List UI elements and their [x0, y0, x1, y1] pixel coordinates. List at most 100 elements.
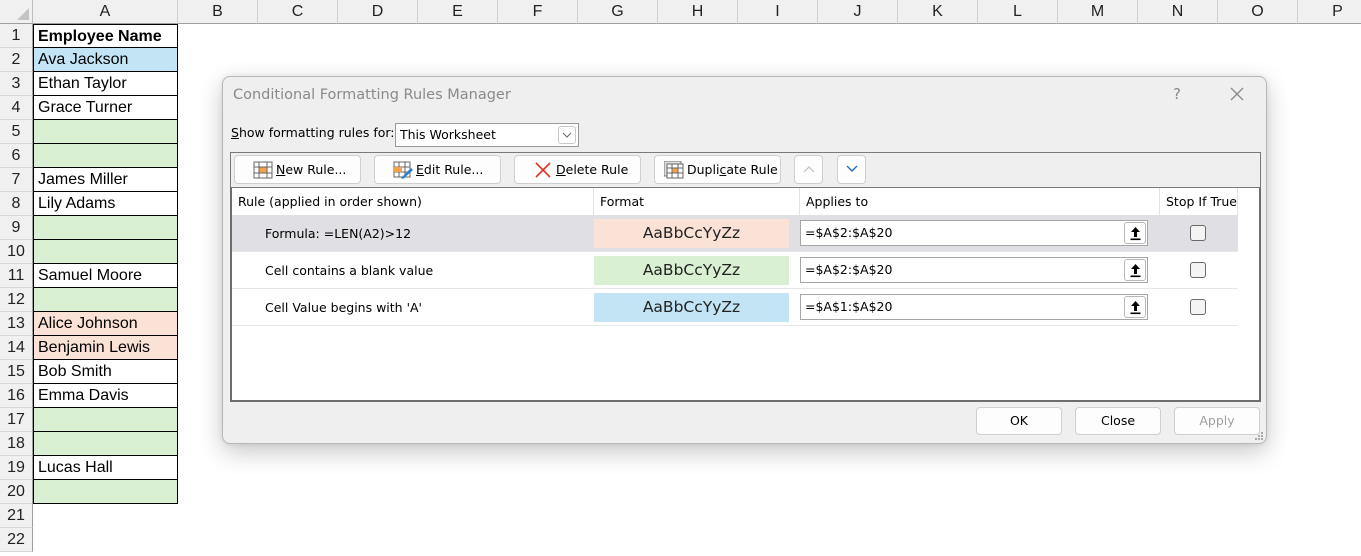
delete-rule-button[interactable]: Delete Rule [514, 155, 641, 184]
cell-a15[interactable]: Bob Smith [33, 360, 178, 384]
edit-rule-button[interactable]: Edit Rule... [374, 155, 501, 184]
accel-key: D [556, 162, 566, 177]
cell-a12[interactable] [33, 288, 178, 312]
row-header-8[interactable]: 8 [0, 192, 33, 216]
row-header-17[interactable]: 17 [0, 408, 33, 432]
collapse-range-button[interactable] [1124, 222, 1146, 244]
cell-a4[interactable]: Grace Turner [33, 96, 178, 120]
new-rule-button[interactable]: New Rule... [234, 155, 361, 184]
collapse-range-button[interactable] [1124, 259, 1146, 281]
accel-key: c [719, 162, 727, 177]
applies-to-input[interactable]: =$A$1:$A$20 [800, 294, 1148, 320]
row-header-2[interactable]: 2 [0, 48, 33, 72]
column-header-m[interactable]: M [1058, 0, 1138, 24]
help-button[interactable]: ? [1173, 85, 1181, 103]
format-preview: AaBbCcYyZz [594, 219, 789, 248]
cell-a10[interactable] [33, 240, 178, 264]
column-header-format[interactable]: Format [594, 188, 800, 215]
cell-a17[interactable] [33, 408, 178, 432]
row-header-18[interactable]: 18 [0, 432, 33, 456]
move-down-button[interactable] [837, 155, 866, 184]
column-header-n[interactable]: N [1138, 0, 1218, 24]
close-button[interactable]: Close [1075, 407, 1161, 435]
row-header-7[interactable]: 7 [0, 168, 33, 192]
row-header-12[interactable]: 12 [0, 288, 33, 312]
row-header-15[interactable]: 15 [0, 360, 33, 384]
range-select-arrow-icon [1130, 227, 1141, 241]
column-header-b[interactable]: B [178, 0, 258, 24]
cell-a19[interactable]: Lucas Hall [33, 456, 178, 480]
row-header-6[interactable]: 6 [0, 144, 33, 168]
cell-a11[interactable]: Samuel Moore [33, 264, 178, 288]
cell-a2[interactable]: Ava Jackson [33, 48, 178, 72]
applies-to-input[interactable]: =$A$2:$A$20 [800, 257, 1148, 283]
column-header-l[interactable]: L [978, 0, 1058, 24]
column-header-f[interactable]: F [498, 0, 578, 24]
collapse-range-button[interactable] [1124, 296, 1146, 318]
row-header-13[interactable]: 13 [0, 312, 33, 336]
column-header-h[interactable]: H [658, 0, 738, 24]
duplicate-rule-button[interactable]: Dupli c ate Rule [654, 155, 781, 184]
apply-button[interactable]: Apply [1174, 407, 1260, 435]
row-header-22[interactable]: 22 [0, 528, 33, 552]
column-header-a[interactable]: A [33, 0, 178, 24]
rule-description: Formula: =LEN(A2)>12 [265, 226, 412, 241]
row-header-4[interactable]: 4 [0, 96, 33, 120]
row-header-10[interactable]: 10 [0, 240, 33, 264]
cell-a18[interactable] [33, 432, 178, 456]
rule-description: Cell Value begins with 'A' [265, 300, 422, 315]
chevron-up-icon [803, 166, 815, 173]
cell-a13[interactable]: Alice Johnson [33, 312, 178, 336]
column-header-k[interactable]: K [898, 0, 978, 24]
column-header-o[interactable]: O [1218, 0, 1298, 24]
column-header-p[interactable]: P [1298, 0, 1361, 24]
cell-a7[interactable]: James Miller [33, 168, 178, 192]
cell-a5[interactable] [33, 120, 178, 144]
row-header-3[interactable]: 3 [0, 72, 33, 96]
cell-a9[interactable] [33, 216, 178, 240]
rule-row[interactable]: Formula: =LEN(A2)>12 AaBbCcYyZz =$A$2:$A… [232, 215, 1238, 252]
cell-a14[interactable]: Benjamin Lewis [33, 336, 178, 360]
rule-row[interactable]: Cell contains a blank value AaBbCcYyZz =… [232, 252, 1238, 289]
close-icon[interactable] [1226, 83, 1248, 105]
stop-if-true-checkbox[interactable] [1190, 225, 1206, 241]
select-all-corner[interactable] [0, 0, 33, 24]
rule-description: Cell contains a blank value [265, 263, 434, 278]
dropdown-value: This Worksheet [400, 127, 496, 142]
button-label: elete Rule [565, 162, 629, 177]
column-header-stop-if-true[interactable]: Stop If True [1160, 188, 1238, 215]
row-header-5[interactable]: 5 [0, 120, 33, 144]
row-header-14[interactable]: 14 [0, 336, 33, 360]
column-header-i[interactable]: I [738, 0, 818, 24]
cell-a3[interactable]: Ethan Taylor [33, 72, 178, 96]
duplicate-rule-table-icon [664, 160, 684, 178]
show-rules-for-dropdown[interactable]: This Worksheet [395, 123, 579, 147]
stop-if-true-checkbox[interactable] [1190, 299, 1206, 315]
cell-a16[interactable]: Emma Davis [33, 384, 178, 408]
resize-grip-icon[interactable] [1255, 432, 1264, 441]
column-header-j[interactable]: J [818, 0, 898, 24]
column-header-c[interactable]: C [258, 0, 338, 24]
stop-if-true-checkbox[interactable] [1190, 262, 1206, 278]
applies-to-input[interactable]: =$A$2:$A$20 [800, 220, 1148, 246]
column-header-d[interactable]: D [338, 0, 418, 24]
row-header-1[interactable]: 1 [0, 24, 33, 48]
row-header-21[interactable]: 21 [0, 504, 33, 528]
cell-a20[interactable] [33, 480, 178, 504]
dropdown-button[interactable] [558, 126, 576, 144]
column-header-e[interactable]: E [418, 0, 498, 24]
row-header-20[interactable]: 20 [0, 480, 33, 504]
cell-a6[interactable] [33, 144, 178, 168]
column-header-applies-to[interactable]: Applies to [800, 188, 1160, 215]
row-header-11[interactable]: 11 [0, 264, 33, 288]
move-up-button[interactable] [794, 155, 823, 184]
column-header-g[interactable]: G [578, 0, 658, 24]
row-header-9[interactable]: 9 [0, 216, 33, 240]
cell-a1[interactable]: Employee Name [33, 24, 178, 48]
column-header-rule[interactable]: Rule (applied in order shown) [232, 188, 594, 215]
row-header-16[interactable]: 16 [0, 384, 33, 408]
row-header-19[interactable]: 19 [0, 456, 33, 480]
cell-a8[interactable]: Lily Adams [33, 192, 178, 216]
rule-row[interactable]: Cell Value begins with 'A' AaBbCcYyZz =$… [232, 289, 1238, 326]
ok-button[interactable]: OK [976, 407, 1062, 435]
